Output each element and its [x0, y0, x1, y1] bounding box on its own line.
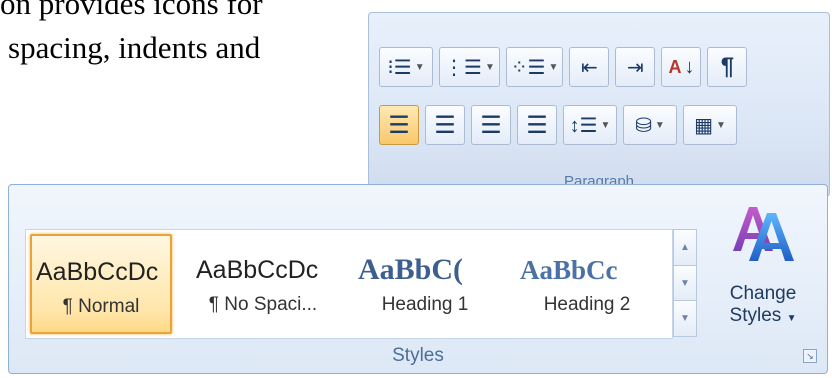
align-left-button[interactable]: ☰ — [379, 105, 419, 145]
style-preview: AaBbCcDc — [196, 256, 319, 284]
center-button[interactable]: ☰ — [425, 105, 465, 145]
paragraph-row-alignment: ☰ ☰ ☰ ☰ ↕☰ ▼ ⛁ ▼ ▦ ▼ — [379, 105, 737, 145]
bullets-icon: ⁝☰ — [387, 56, 412, 79]
style-preview: AaBbCcDc — [36, 258, 159, 286]
style-normal[interactable]: AaBbCcDc ¶ Normal — [30, 234, 172, 334]
sort-icon: A — [668, 56, 682, 77]
justify-button[interactable]: ☰ — [517, 105, 557, 145]
line-spacing-button[interactable]: ↕☰ ▼ — [563, 105, 617, 145]
change-styles-icon — [733, 207, 794, 261]
change-styles-line2: Styles — [729, 305, 782, 326]
pilcrow-icon: ¶ — [720, 53, 735, 80]
style-heading-2[interactable]: AaBbCc Heading 2 — [516, 234, 658, 334]
chevron-up-icon: ▲ — [680, 241, 690, 253]
paint-bucket-icon: ⛁ — [635, 114, 652, 137]
increase-indent-button[interactable]: ⇥ — [615, 47, 656, 87]
paragraph-group: ⁝☰ ▼ ⋮☰ ▼ ⁘☰ ▼ ⇤ ⇥ A ↓ ¶ ☰ ☰ ☰ ☰ ↕☰ ▼ ⛁ … — [368, 12, 830, 197]
document-text-line: on provides icons for — [0, 0, 263, 21]
document-text-line: spacing, indents and — [8, 30, 261, 65]
style-preview: AaBbC( — [358, 253, 464, 286]
quick-styles-gallery: AaBbCcDc ¶ Normal AaBbCcDc ¶ No Spaci...… — [25, 229, 673, 339]
chevron-down-icon: ▼ — [414, 61, 425, 73]
change-styles-button[interactable]: Change Styles ▼ — [709, 191, 817, 341]
borders-icon: ▦ — [694, 114, 713, 137]
style-name: Heading 2 — [543, 294, 631, 315]
align-right-button[interactable]: ☰ — [471, 105, 511, 145]
change-styles-label: Change Styles ▼ — [709, 283, 817, 330]
multilevel-list-button[interactable]: ⁘☰ ▼ — [505, 47, 564, 87]
style-heading-1[interactable]: AaBbC( Heading 1 — [354, 234, 496, 334]
more-icon: ▼ — [680, 313, 690, 325]
chevron-down-icon: ▼ — [716, 119, 726, 131]
styles-group-label: Styles — [392, 345, 444, 366]
shading-button[interactable]: ⛁ ▼ — [623, 105, 677, 145]
change-styles-line1: Change — [729, 283, 797, 304]
justify-icon: ☰ — [526, 111, 548, 139]
gallery-scroll-up-button[interactable]: ▲ — [673, 229, 697, 266]
increase-indent-icon: ⇥ — [627, 56, 644, 79]
align-left-icon: ☰ — [388, 111, 410, 139]
styles-group: AaBbCcDc ¶ Normal AaBbCcDc ¶ No Spaci...… — [8, 184, 828, 374]
styles-dialog-launcher-icon[interactable]: ↘ — [803, 349, 817, 363]
decrease-indent-button[interactable]: ⇤ — [569, 47, 610, 87]
numbering-icon: ⋮☰ — [444, 56, 482, 79]
borders-button[interactable]: ▦ ▼ — [683, 105, 737, 145]
style-no-spacing[interactable]: AaBbCcDc ¶ No Spaci... — [192, 234, 334, 334]
multilevel-list-icon: ⁘☰ — [510, 56, 546, 79]
style-preview: AaBbCc — [520, 255, 618, 285]
chevron-down-icon: ▼ — [600, 119, 611, 131]
align-center-icon: ☰ — [434, 111, 456, 139]
gallery-more-button[interactable]: ▼ — [673, 301, 697, 338]
align-right-icon: ☰ — [480, 111, 502, 139]
chevron-down-icon: ▼ — [680, 277, 690, 289]
bullets-button[interactable]: ⁝☰ ▼ — [379, 47, 433, 87]
chevron-down-icon: ▼ — [548, 61, 559, 73]
chevron-down-icon: ▼ — [786, 313, 797, 324]
style-name: Heading 1 — [381, 294, 469, 315]
style-name: ¶ No Spaci... — [208, 294, 318, 315]
gallery-scroller: ▲ ▼ ▼ — [673, 229, 697, 338]
chevron-down-icon: ▼ — [654, 119, 665, 131]
line-spacing-icon: ↕☰ — [569, 114, 598, 137]
decrease-indent-icon: ⇤ — [581, 56, 598, 79]
numbering-button[interactable]: ⋮☰ ▼ — [439, 47, 500, 87]
style-name: ¶ Normal — [62, 296, 140, 317]
show-formatting-button[interactable]: ¶ — [707, 47, 748, 87]
sort-button[interactable]: A ↓ — [661, 47, 702, 87]
gallery-scroll-down-button[interactable]: ▼ — [673, 265, 697, 302]
chevron-down-icon: ▼ — [484, 61, 495, 73]
paragraph-row-lists: ⁝☰ ▼ ⋮☰ ▼ ⁘☰ ▼ ⇤ ⇥ A ↓ ¶ — [379, 47, 748, 87]
